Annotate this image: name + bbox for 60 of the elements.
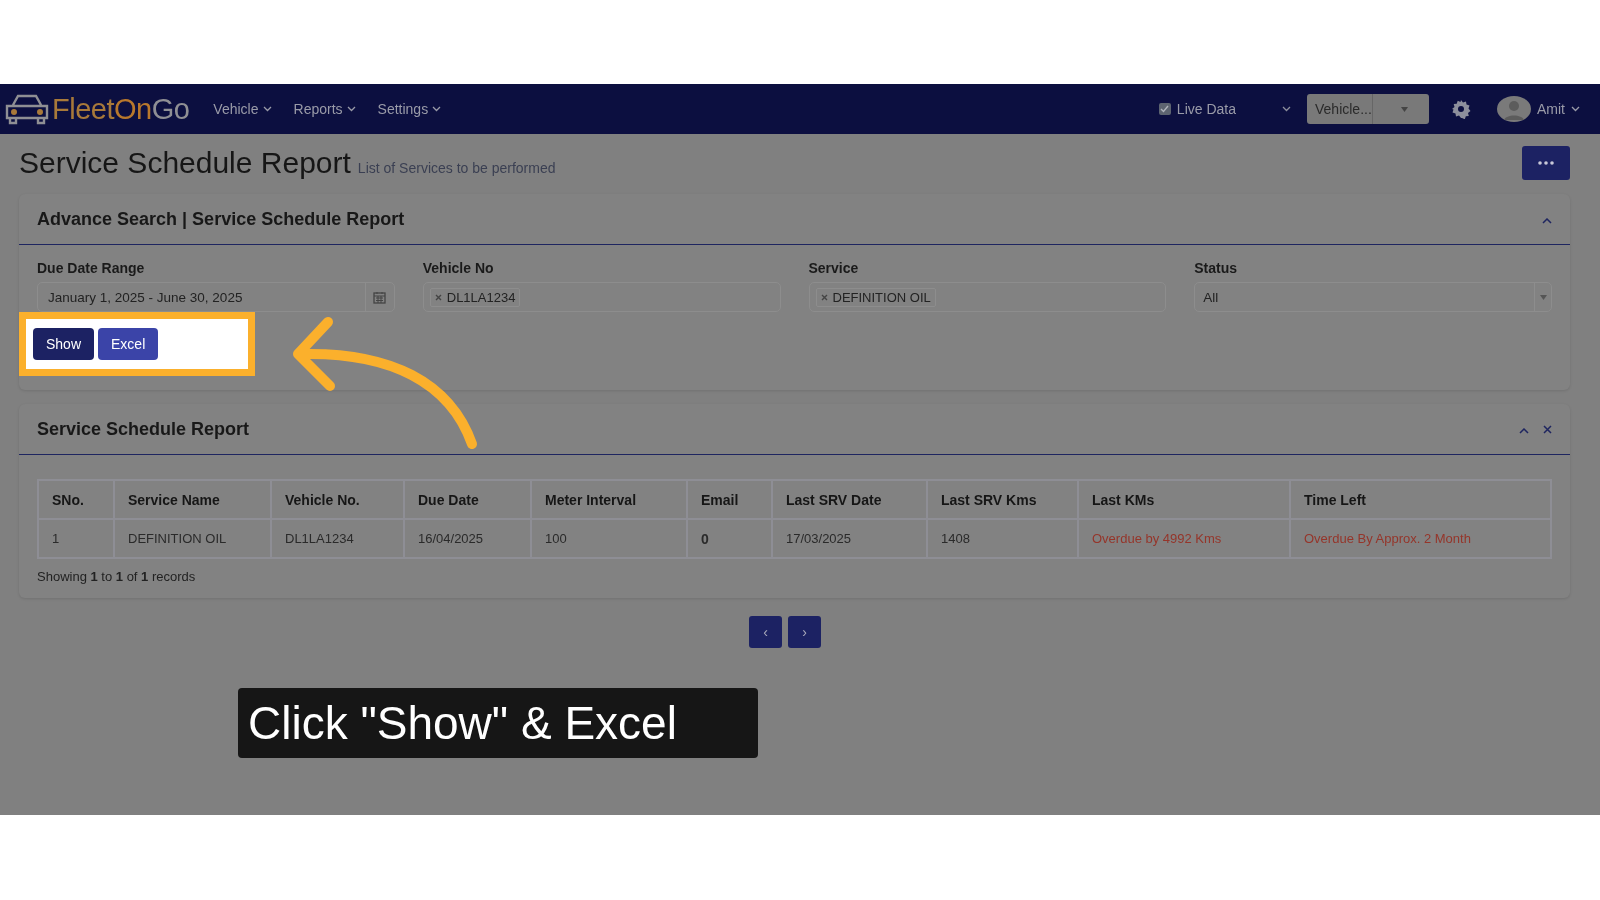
calendar-icon — [373, 290, 387, 304]
column-header: Last SRV Kms — [927, 480, 1078, 519]
card-title: Service Schedule Report — [37, 418, 251, 440]
column-header: Service Name — [114, 480, 271, 519]
chevron-down-icon — [346, 106, 356, 112]
chevron-down-icon — [1571, 106, 1580, 112]
live-data-checkbox[interactable] — [1158, 103, 1171, 115]
tag-select-field[interactable]: DL1LA1234 — [422, 282, 781, 312]
column-header: Last KMs — [1078, 480, 1290, 519]
table-cell: DEFINITION OIL — [114, 519, 271, 558]
table-cell: 0 — [687, 519, 772, 558]
remove-tag-icon[interactable] — [434, 293, 442, 301]
show-button[interactable]: Show — [33, 328, 95, 360]
page-title: Service Schedule Report — [19, 146, 351, 180]
nav-menu[interactable]: Settings — [377, 101, 442, 117]
next-page-button[interactable]: › — [788, 616, 821, 648]
nav-menu[interactable]: Reports — [293, 101, 356, 117]
chevron-down-icon — [262, 106, 272, 112]
more-icon — [1538, 161, 1554, 165]
column-header: Email — [687, 480, 772, 519]
records-summary: Showing 1 to 1 of 1 records — [37, 569, 197, 584]
remove-tag-icon[interactable] — [820, 293, 828, 301]
column-header: Time Left — [1290, 480, 1551, 519]
field-label: Service — [808, 260, 860, 276]
table-cell: Overdue By Approx. 2 Month — [1290, 519, 1551, 558]
table-cell: 16/04/2025 — [404, 519, 531, 558]
column-header: Meter Interval — [531, 480, 687, 519]
column-header: SNo. — [38, 480, 114, 519]
avatar-icon[interactable] — [1497, 96, 1531, 122]
user-name[interactable]: Amit — [1537, 101, 1565, 117]
dropdown-caret-icon — [1401, 106, 1409, 112]
excel-button[interactable]: Excel — [98, 328, 159, 360]
more-options-button[interactable] — [1522, 146, 1570, 180]
instruction-caption: Click "Show" & Excel — [238, 688, 758, 758]
column-header: Due Date — [404, 480, 531, 519]
dropdown-caret-icon — [1539, 294, 1547, 300]
table-cell: Overdue by 4992 Kms — [1078, 519, 1290, 558]
vehicle-select[interactable]: Vehicle... — [1307, 94, 1429, 124]
chevron-down-icon — [1282, 106, 1291, 112]
car-icon — [4, 92, 50, 126]
tag-select-field[interactable]: DEFINITION OIL — [808, 282, 1167, 312]
chevron-down-icon — [432, 106, 442, 112]
field-label: Vehicle No — [422, 260, 495, 276]
previous-page-button[interactable]: ‹ — [749, 616, 782, 648]
column-header: Vehicle No. — [271, 480, 404, 519]
settings-icon[interactable] — [1451, 99, 1471, 119]
live-data-label: Live Data — [1176, 101, 1236, 117]
logo-text: FleetOnGo — [52, 92, 190, 126]
table-cell: 17/03/2025 — [772, 519, 927, 558]
field-label: Due Date Range — [37, 260, 146, 276]
column-header: Last SRV Date — [772, 480, 927, 519]
table-cell: 1408 — [927, 519, 1078, 558]
table-cell: 1 — [38, 519, 114, 558]
page-subtitle: List of Services to be performed — [357, 160, 556, 176]
table-cell: DL1LA1234 — [271, 519, 404, 558]
table-cell: 100 — [531, 519, 687, 558]
nav-menu[interactable]: Vehicle — [213, 101, 272, 117]
field-label: Status — [1194, 260, 1239, 276]
status-select[interactable]: All — [1194, 282, 1552, 312]
card-title: Advance Search | Service Schedule Report — [37, 208, 406, 230]
